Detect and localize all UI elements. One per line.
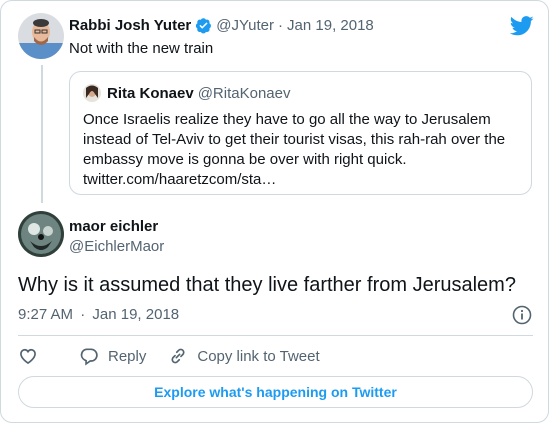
tweet-timestamp[interactable]: 9:27 AM · Jan 19, 2018 — [18, 306, 179, 323]
parent-avatar[interactable] — [18, 13, 64, 59]
reply-button[interactable]: Reply — [79, 346, 146, 366]
main-tweet-text: Why is it assumed that they live farther… — [18, 274, 516, 296]
quoted-tweet[interactable]: Rita Konaev @RitaKonaev Once Israelis re… — [69, 71, 532, 195]
tweet-time: 9:27 AM — [18, 306, 74, 323]
quoted-author-avatar — [83, 84, 101, 102]
copy-link-label: Copy link to Tweet — [197, 347, 320, 365]
parent-tweet-header: Rabbi Josh Yuter @JYuter · Jan 19, 2018 — [69, 17, 374, 34]
main-author-name[interactable]: maor eichler — [69, 218, 158, 235]
quoted-author-handle: @RitaKonaev — [197, 84, 291, 102]
parent-author-name[interactable]: Rabbi Josh Yuter — [69, 17, 191, 34]
explore-twitter-button[interactable]: Explore what's happening on Twitter — [18, 376, 533, 408]
actions-divider — [18, 335, 533, 336]
quoted-author-name: Rita Konaev — [107, 84, 194, 102]
parent-tweet-text: Not with the new train — [69, 40, 214, 57]
copy-link-button[interactable]: Copy link to Tweet — [168, 346, 320, 366]
parent-tweet-date[interactable]: Jan 19, 2018 — [287, 17, 374, 34]
link-icon — [171, 348, 185, 364]
twitter-bird-icon[interactable] — [509, 15, 534, 37]
parent-author-handle[interactable]: @JYuter — [216, 17, 274, 34]
reply-bubble-icon — [80, 348, 98, 366]
reply-label: Reply — [108, 347, 147, 365]
tweet-actions: Reply Copy link to Tweet — [18, 346, 342, 366]
main-author-handle[interactable]: @EichlerMaor — [69, 238, 164, 255]
quoted-tweet-header: Rita Konaev @RitaKonaev — [83, 84, 290, 102]
thread-connector — [41, 65, 43, 203]
timestamp-separator: · — [80, 306, 86, 323]
heart-icon — [20, 348, 36, 365]
quoted-tweet-text: Once Israelis realize they have to go al… — [83, 111, 506, 188]
like-button[interactable] — [18, 346, 47, 366]
verified-badge-icon — [195, 17, 212, 34]
info-icon[interactable] — [512, 305, 532, 325]
tweet-date: Jan 19, 2018 — [92, 306, 180, 323]
tweet-embed-card: Rabbi Josh Yuter @JYuter · Jan 19, 2018 … — [0, 0, 549, 423]
main-author-avatar[interactable] — [18, 211, 64, 257]
header-separator: · — [278, 17, 284, 34]
